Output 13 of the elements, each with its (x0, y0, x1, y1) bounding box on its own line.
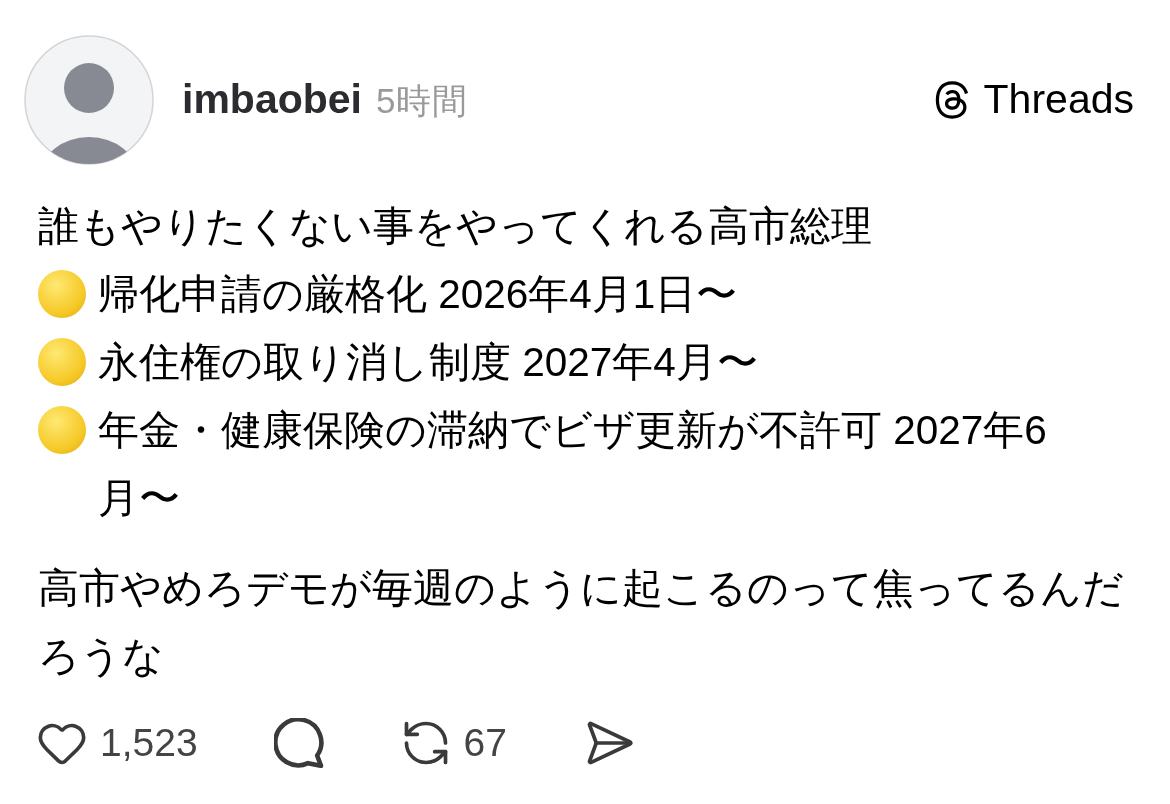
username[interactable]: imbaobei (182, 69, 362, 131)
reply-button[interactable] (273, 718, 324, 769)
post-text: 誰もやりたくない事をやってくれる高市総理 (38, 202, 873, 251)
bullet-text: 帰化申請の厳格化 2026年4月1日〜 (98, 270, 738, 319)
speech-bubble-icon (273, 718, 324, 769)
repost-button[interactable]: 67 (399, 714, 507, 773)
bullet-text: 永住権の取り消し制度 2027年4月〜 (98, 338, 758, 387)
brand-name: Threads (983, 75, 1134, 125)
like-button[interactable]: 1,523 (36, 714, 198, 773)
post-time: 5時間 (376, 80, 469, 123)
bullet-text: 年金・健康保険の滞納でビザ更新が不許可 2027年6月〜 (98, 406, 1048, 523)
avatar-icon (24, 35, 154, 165)
post-text: 高市やめろデモが毎週のように起こるのって焦ってるんだろうな (38, 564, 1125, 681)
